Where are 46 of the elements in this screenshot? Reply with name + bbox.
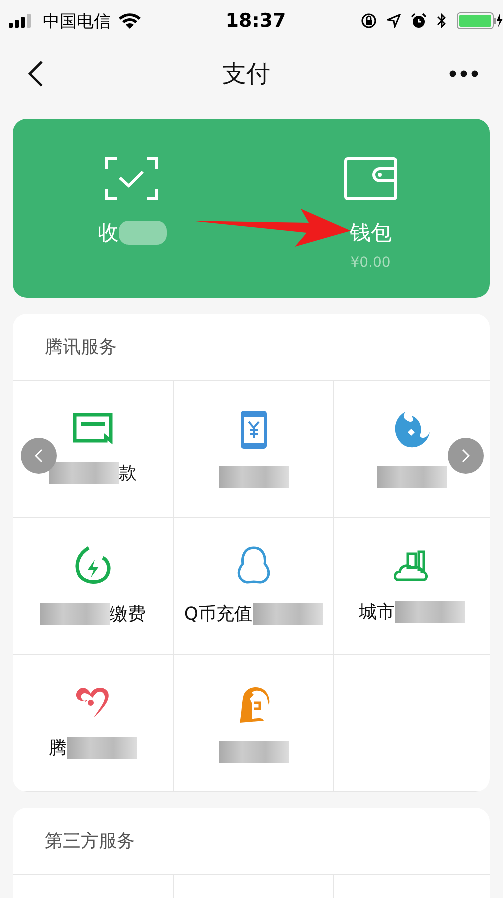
- scan-check-icon: [105, 157, 160, 201]
- status-time: 18:37: [226, 10, 286, 32]
- service-tile[interactable]: [174, 381, 334, 518]
- blurred-text-patch: [67, 737, 137, 759]
- blurred-text-patch: [218, 466, 288, 488]
- service-label: 腾: [49, 737, 67, 760]
- more-dots-icon: [449, 70, 479, 78]
- alarm-clock-icon: [411, 13, 428, 29]
- card-icon: [73, 413, 113, 445]
- wallet-balance: ¥0.00: [350, 255, 391, 271]
- section-title: 腾讯服务: [13, 314, 490, 381]
- blurred-text-patch: [218, 741, 288, 763]
- service-tile[interactable]: 城市: [334, 518, 490, 655]
- service-tile[interactable]: [174, 655, 334, 792]
- page-title: 支付: [222, 58, 270, 90]
- section-title: 第三方服务: [13, 808, 490, 875]
- chevron-left-icon: [35, 449, 43, 463]
- blurred-text-patch: [377, 466, 447, 488]
- service-tile[interactable]: Q币充值: [174, 518, 334, 655]
- cloud-city-icon: [394, 548, 430, 584]
- back-chevron-icon: [28, 60, 44, 88]
- location-arrow-icon: [387, 14, 402, 28]
- action-label: 钱包: [350, 220, 392, 247]
- wallet-icon: [344, 157, 398, 201]
- wifi-icon: [119, 13, 141, 29]
- carrier-name: 中国电信: [43, 10, 111, 32]
- carousel-next-button[interactable]: [448, 438, 484, 474]
- carousel-previous-button[interactable]: [21, 438, 57, 474]
- action-label: 收: [98, 220, 119, 247]
- bluetooth-icon: [437, 13, 448, 29]
- blurred-text-patch: [49, 462, 119, 484]
- service-label: 城市: [359, 601, 395, 624]
- rotation-lock-icon: [361, 13, 378, 29]
- service-label: 缴费: [110, 603, 146, 626]
- service-label: Q币充值: [184, 603, 253, 626]
- battery-icon: [457, 12, 503, 30]
- service-label: 款: [119, 462, 137, 485]
- blurred-text-patch: [40, 603, 110, 625]
- phone-yuan-icon: [240, 410, 268, 450]
- blurred-text-patch: [118, 221, 167, 245]
- chevron-right-icon: [462, 449, 470, 463]
- lightning-drop-icon: [75, 546, 111, 586]
- blurred-text-patch: [252, 603, 323, 625]
- service-tile[interactable]: 腾: [13, 655, 174, 792]
- blurred-text-patch: [395, 601, 465, 623]
- service-tile[interactable]: 缴费: [13, 518, 174, 655]
